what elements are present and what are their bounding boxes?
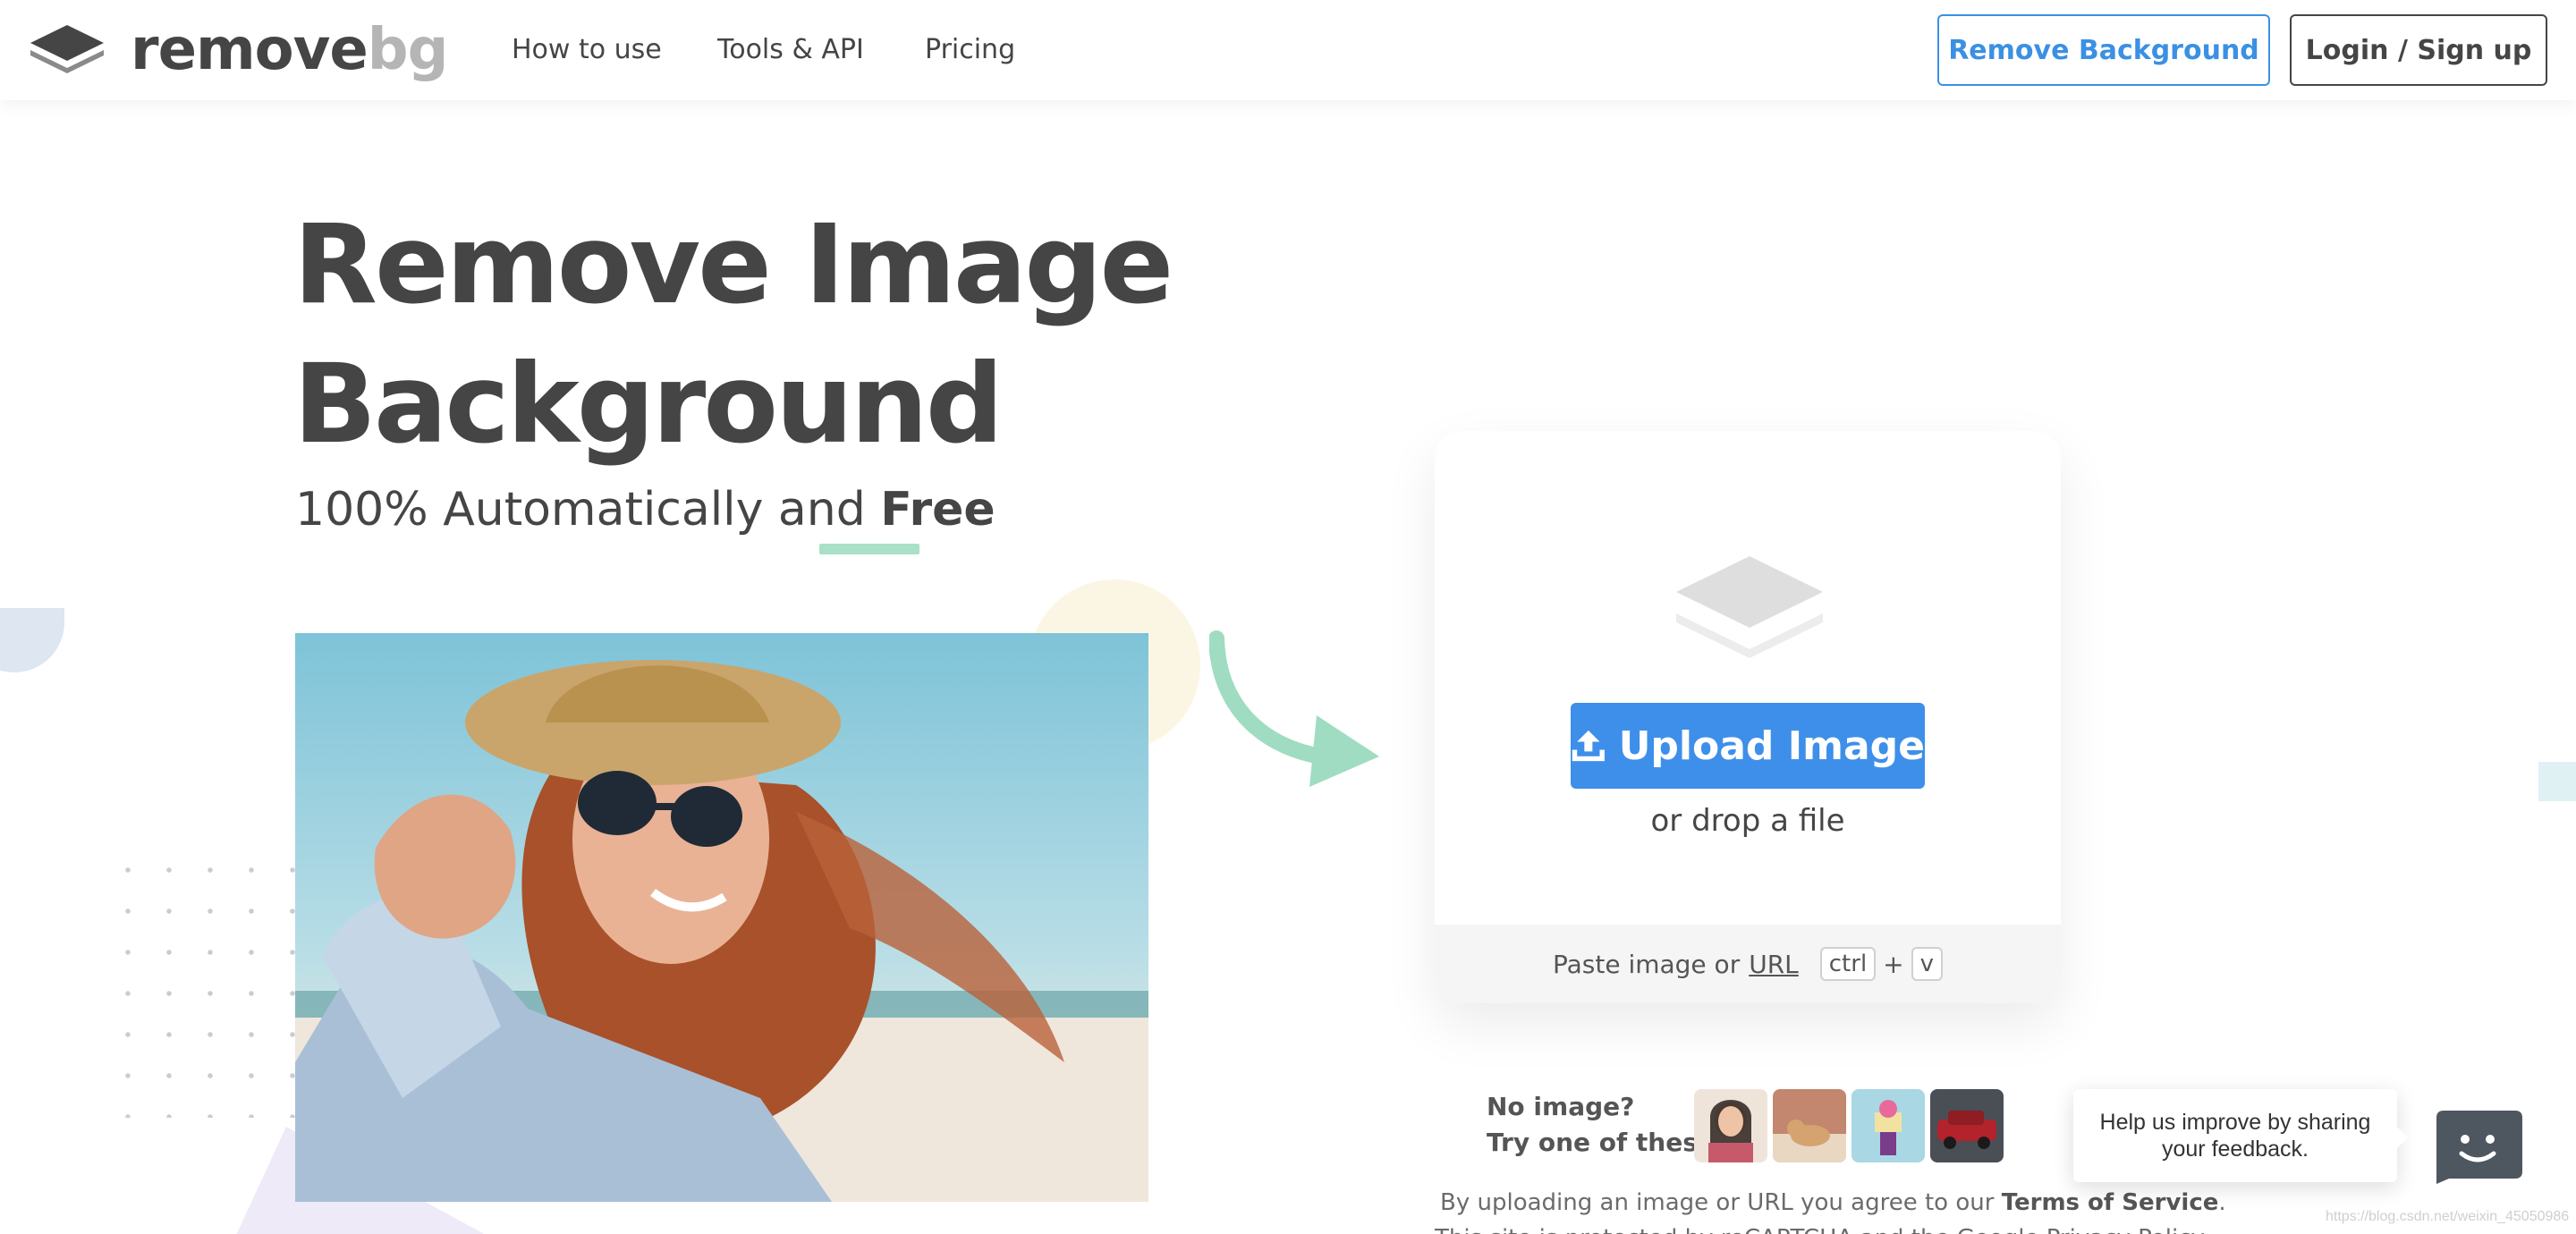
no-image-line2: Try one of these:: [1487, 1128, 1725, 1157]
nav-pricing[interactable]: Pricing: [925, 34, 1015, 65]
sample-thumbnail-cake[interactable]: [1852, 1089, 1925, 1162]
watermark: https://blog.csdn.net/weixin_45050986: [2326, 1209, 2570, 1224]
logo[interactable]: removebg: [29, 17, 448, 83]
terms-suffix: .: [2218, 1189, 2226, 1216]
hero-photo: [295, 633, 1148, 1202]
layers-icon: [1676, 556, 1823, 658]
feedback-bubble[interactable]: Help us improve by sharing your feedback…: [2073, 1089, 2408, 1182]
decorative-half-circle: [0, 608, 64, 672]
logo-text: removebg: [131, 17, 448, 83]
site-header: removebg How to use Tools & API Pricing …: [0, 0, 2576, 100]
upload-image-button[interactable]: Upload Image: [1571, 703, 1925, 789]
sample-thumbnail-car[interactable]: [1930, 1089, 2004, 1162]
hero-subtitle-prefix: 100% Automatically and: [295, 483, 881, 537]
decorative-teal-square: [2538, 762, 2576, 801]
captcha-notice: This site is protected by reCAPTCHA and …: [1435, 1225, 2205, 1234]
nav-tools-api[interactable]: Tools & API: [717, 34, 864, 65]
terms-prefix: By uploading an image or URL you agree t…: [1440, 1189, 2002, 1216]
hero-subtitle-free: Free: [880, 483, 996, 537]
page-title-line1: Remove Image: [293, 201, 1174, 328]
nav-how-to-use[interactable]: How to use: [512, 34, 662, 65]
upload-icon: [1572, 730, 1605, 762]
hero-subtitle: 100% Automatically and Free: [295, 483, 996, 537]
terms-notice: By uploading an image or URL you agree t…: [1440, 1189, 2226, 1216]
page-title: Remove Image Background: [293, 195, 1277, 474]
sample-thumbnail-woman[interactable]: [1694, 1089, 1767, 1162]
drop-file-text: or drop a file: [1650, 803, 1845, 839]
page-title-line2: Background: [293, 341, 1004, 468]
terms-of-service-link[interactable]: Terms of Service: [2002, 1189, 2219, 1216]
paste-hint-bar: Paste image or URL ctrl + v: [1435, 925, 2061, 1003]
upload-image-label: Upload Image: [1618, 723, 1925, 769]
kbd-ctrl: ctrl: [1819, 947, 1877, 981]
decorative-dot-grid: [107, 849, 304, 1118]
login-signup-button[interactable]: Login / Sign up: [2290, 14, 2547, 86]
upload-card[interactable]: Upload Image or drop a file Paste image …: [1435, 431, 2061, 1003]
kbd-plus: +: [1883, 949, 1904, 979]
layers-logo-icon: [30, 25, 104, 73]
paste-url-link[interactable]: URL: [1749, 950, 1799, 979]
sample-thumbnail-dog[interactable]: [1773, 1089, 1846, 1162]
remove-background-button[interactable]: Remove Background: [1937, 14, 2270, 86]
no-image-line1: No image?: [1487, 1092, 1635, 1121]
free-underline: [819, 544, 919, 554]
no-image-prompt: No image? Try one of these:: [1487, 1089, 1724, 1161]
paste-prefix: Paste image or: [1552, 949, 1741, 979]
kbd-v: v: [1911, 947, 1944, 981]
feedback-bot-icon[interactable]: [2431, 1109, 2524, 1184]
curved-arrow-icon: [1209, 630, 1379, 787]
